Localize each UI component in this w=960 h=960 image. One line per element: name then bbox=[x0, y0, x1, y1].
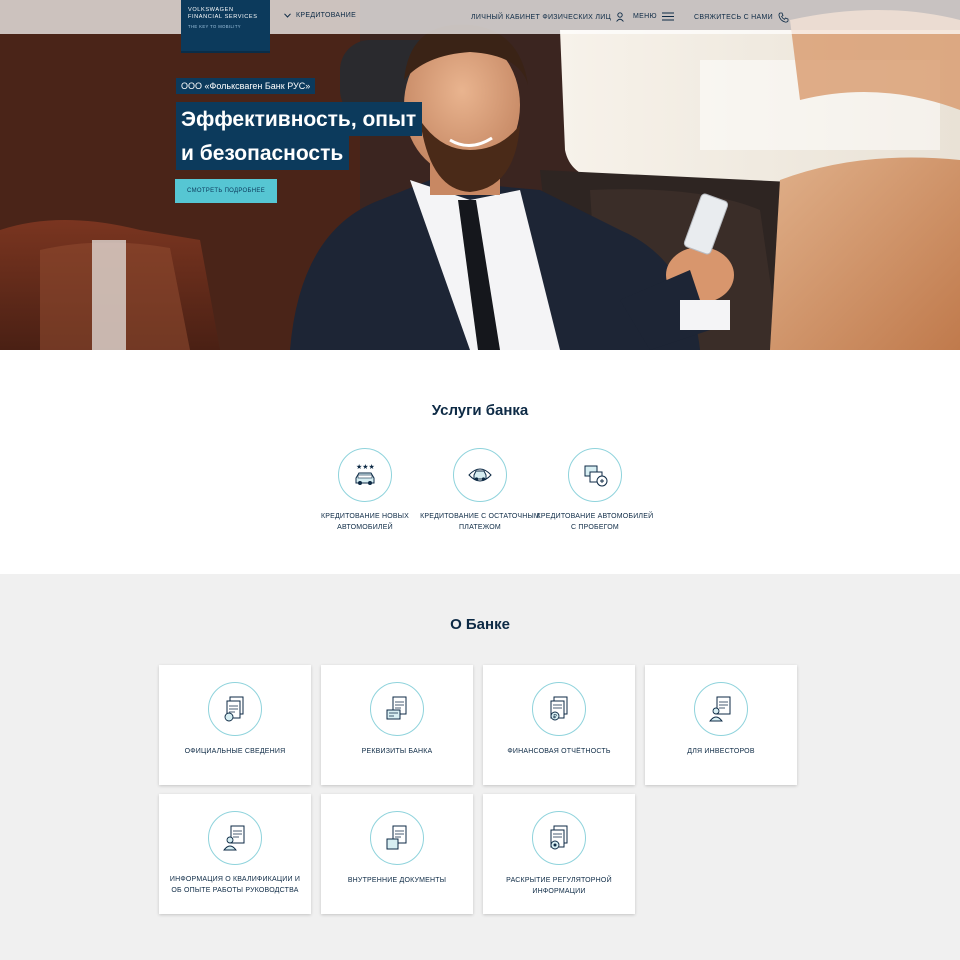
svg-text:★★★: ★★★ bbox=[356, 463, 375, 471]
nav-menu-label: Меню bbox=[633, 13, 657, 20]
about-card-internal-documents[interactable]: Внутренние документы bbox=[321, 794, 473, 914]
nav-personal-cabinet[interactable]: Личный кабинет физических лиц bbox=[471, 12, 624, 22]
service-new-cars[interactable]: ★★★ Кредитование новых автомобилей bbox=[305, 448, 425, 533]
nav-cabinet-label: Личный кабинет физических лиц bbox=[471, 13, 612, 21]
user-icon bbox=[616, 12, 624, 22]
nav-credit-label: Кредитование bbox=[296, 12, 357, 19]
nav-contact-us[interactable]: Свяжитесь с нами bbox=[694, 12, 789, 23]
chevron-down-icon bbox=[284, 13, 291, 18]
hero-headline: Эффективность, опыт и безопасность bbox=[176, 102, 423, 170]
internal-documents-icon bbox=[370, 811, 424, 865]
hero-banner: VOLKSWAGEN FINANCIAL SERVICES THE KEY TO… bbox=[0, 0, 960, 350]
service-used-cars[interactable]: Кредитование автомобилей с пробегом bbox=[535, 448, 655, 533]
card-label: Для инвесторов bbox=[687, 748, 755, 755]
logo-text-line-2: FINANCIAL SERVICES bbox=[188, 14, 258, 20]
card-label: Реквизиты банка bbox=[361, 748, 433, 755]
new-car-icon: ★★★ bbox=[338, 448, 392, 502]
svg-text:₽: ₽ bbox=[553, 714, 557, 721]
about-card-official-info[interactable]: Официальные сведения bbox=[159, 665, 311, 785]
bank-services-section: Услуги банка ★★★ Кредитование новых авто… bbox=[0, 350, 960, 574]
residual-payment-car-icon bbox=[453, 448, 507, 502]
service-label: Кредитование новых автомобилей bbox=[320, 513, 410, 531]
logo-text-line-1: VOLKSWAGEN bbox=[188, 7, 234, 13]
hero-details-button[interactable]: Смотреть подробнее bbox=[175, 179, 277, 203]
hamburger-menu-icon bbox=[661, 12, 674, 21]
bank-details-icon bbox=[370, 682, 424, 736]
service-label: Кредитование с остаточным платежом bbox=[420, 513, 540, 531]
nav-menu-button[interactable]: Меню bbox=[633, 12, 674, 21]
hero-headline-line-2: и безопасность bbox=[176, 136, 350, 170]
about-card-financial-reports[interactable]: ₽ Финансовая отчётность bbox=[483, 665, 635, 785]
service-residual-payment[interactable]: Кредитование с остаточным платежом bbox=[420, 448, 540, 533]
logo-tagline: THE KEY TO MOBILITY bbox=[188, 24, 241, 29]
services-title: Услуги банка bbox=[431, 402, 529, 419]
hero-headline-line-1: Эффективность, опыт bbox=[176, 102, 423, 136]
phone-icon bbox=[778, 12, 789, 23]
card-label: Информация о квалификации и об опыте раб… bbox=[169, 876, 301, 894]
investors-icon bbox=[694, 682, 748, 736]
vw-fs-logo[interactable]: VOLKSWAGEN FINANCIAL SERVICES THE KEY TO… bbox=[181, 0, 270, 53]
hero-photo bbox=[0, 0, 960, 350]
official-document-icon bbox=[208, 682, 262, 736]
management-info-icon bbox=[208, 811, 262, 865]
card-label: Внутренние документы bbox=[347, 877, 447, 884]
hero-company-tag: ООО «Фольксваген Банк РУС» bbox=[176, 78, 316, 94]
about-card-management-info[interactable]: Информация о квалификации и об опыте раб… bbox=[159, 794, 311, 914]
card-label: Официальные сведения bbox=[184, 748, 286, 755]
financial-report-icon: ₽ bbox=[532, 682, 586, 736]
about-card-bank-details[interactable]: Реквизиты банка bbox=[321, 665, 473, 785]
nav-contact-label: Свяжитесь с нами bbox=[694, 14, 773, 21]
nav-credit-dropdown[interactable]: Кредитование bbox=[284, 12, 356, 19]
about-title: О Банке bbox=[450, 616, 510, 633]
about-card-regulatory-disclosure[interactable]: Раскрытие регуляторной информации bbox=[483, 794, 635, 914]
card-label: Финансовая отчётность bbox=[507, 748, 611, 755]
service-label: Кредитование автомобилей с пробегом bbox=[536, 513, 654, 531]
card-label: Раскрытие регуляторной информации bbox=[506, 877, 612, 895]
regulatory-disclosure-icon bbox=[532, 811, 586, 865]
about-bank-section: О Банке Официальные сведения Реквизиты б… bbox=[0, 574, 960, 960]
about-card-investors[interactable]: Для инвесторов bbox=[645, 665, 797, 785]
used-car-icon bbox=[568, 448, 622, 502]
